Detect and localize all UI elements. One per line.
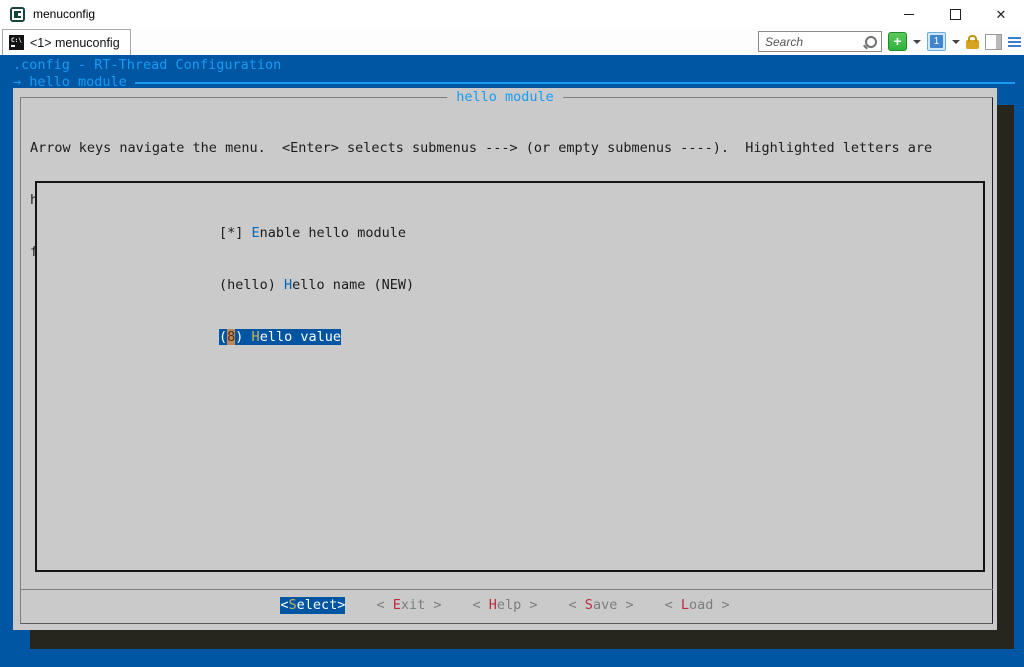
search-input[interactable] bbox=[763, 34, 869, 50]
exit-button[interactable]: < Exit > bbox=[376, 597, 441, 614]
tab-bar: C:\ <1> menuconfig + 1 bbox=[0, 28, 1024, 55]
hotkey-letter: H bbox=[284, 277, 292, 293]
new-console-button[interactable]: + bbox=[888, 32, 907, 51]
dialog-title: hello module bbox=[447, 89, 563, 106]
hamburger-menu-icon[interactable] bbox=[1008, 35, 1021, 49]
config-title-line: .config - RT-Thread Configuration bbox=[13, 57, 281, 74]
breadcrumb-rule bbox=[135, 82, 1015, 84]
app-window: menuconfig ✕ C:\ <1> menuconfig + 1 bbox=[0, 0, 1024, 667]
tab-label: <1> menuconfig bbox=[30, 36, 120, 50]
close-icon: ✕ bbox=[996, 8, 1007, 21]
menuconfig-dialog: hello module Arrow keys navigate the men… bbox=[13, 88, 997, 630]
window-controls: ✕ bbox=[886, 0, 1024, 28]
minimize-button[interactable] bbox=[886, 0, 932, 28]
close-button[interactable]: ✕ bbox=[978, 0, 1024, 28]
plus-icon: + bbox=[893, 33, 901, 49]
dialog-buttons: <Select> < Exit > < Help > < Save > < Lo… bbox=[13, 597, 997, 614]
minimize-icon bbox=[904, 14, 914, 15]
console-icon: C:\ bbox=[9, 35, 24, 50]
item-text: nable hello module bbox=[260, 225, 406, 241]
split-pane-icon[interactable] bbox=[985, 34, 1002, 50]
lock-icon[interactable] bbox=[966, 40, 979, 49]
console-icon-text: C:\ bbox=[11, 37, 22, 44]
item-text: ello value bbox=[260, 329, 341, 345]
menu-item-hello-value[interactable]: (8) Hello value bbox=[219, 329, 983, 346]
active-console-button[interactable]: 1 bbox=[927, 32, 946, 51]
item-text: (hello) bbox=[219, 277, 284, 293]
maximize-button[interactable] bbox=[932, 0, 978, 28]
item-text: ) bbox=[235, 329, 251, 345]
hotkey-letter: H bbox=[489, 597, 497, 613]
conemu-app-icon bbox=[10, 7, 25, 22]
search-icon[interactable] bbox=[865, 36, 877, 48]
hotkey-letter: L bbox=[681, 597, 689, 613]
menu-list-box: [*] Enable hello module (hello) Hello na… bbox=[35, 181, 985, 572]
hotkey-letter: S bbox=[289, 597, 297, 613]
item-text: [*] bbox=[219, 225, 252, 241]
menu-item-hello-name[interactable]: (hello) Hello name (NEW) bbox=[219, 277, 983, 294]
window-titlebar: menuconfig ✕ bbox=[0, 0, 1024, 28]
window-title: menuconfig bbox=[33, 7, 95, 21]
menu-item-enable-hello-module[interactable]: [*] Enable hello module bbox=[219, 225, 983, 242]
toolbar: + 1 bbox=[758, 31, 1021, 52]
hotkey-letter: E bbox=[393, 597, 401, 613]
hotkey-letter: H bbox=[252, 329, 260, 345]
search-box[interactable] bbox=[758, 31, 882, 52]
hotkey-letter: E bbox=[252, 225, 260, 241]
hotkey-letter: S bbox=[585, 597, 593, 613]
new-console-dropdown-icon[interactable] bbox=[913, 40, 921, 44]
terminal-console[interactable]: .config - RT-Thread Configuration → hell… bbox=[0, 55, 1024, 667]
console-number: 1 bbox=[930, 35, 943, 48]
help-button[interactable]: < Help > bbox=[472, 597, 537, 614]
maximize-icon bbox=[950, 9, 961, 20]
item-text: ( bbox=[219, 329, 227, 345]
selected-row-highlight: (8) Hello value bbox=[219, 329, 341, 345]
console-list-dropdown-icon[interactable] bbox=[952, 40, 960, 44]
load-button[interactable]: < Load > bbox=[665, 597, 730, 614]
select-button[interactable]: <Select> bbox=[280, 597, 345, 614]
item-text: ello name (NEW) bbox=[292, 277, 414, 293]
tab-menuconfig[interactable]: C:\ <1> menuconfig bbox=[2, 29, 131, 55]
instructions-line: Arrow keys navigate the menu. <Enter> se… bbox=[30, 140, 981, 157]
save-button[interactable]: < Save > bbox=[569, 597, 634, 614]
buttons-separator bbox=[20, 589, 993, 590]
